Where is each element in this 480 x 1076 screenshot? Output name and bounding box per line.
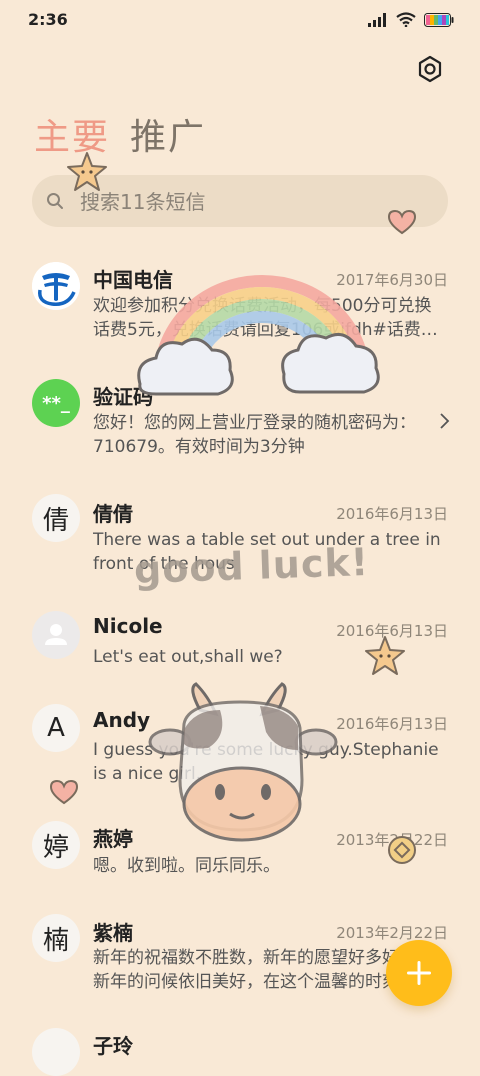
conversation-date: 2013年2月22日 [336,831,448,849]
search-bar[interactable] [32,175,448,227]
conversation-preview: 嗯。收到啦。同乐同乐。 [93,856,280,876]
person-icon [32,611,80,659]
telecom-logo-icon [32,262,80,310]
conversation-date: 2016年6月13日 [336,622,448,640]
chevron-right-icon[interactable] [438,412,450,430]
category-tabs: 主要 推广 [34,108,206,160]
status-bar: 2:36 [0,0,480,40]
conversation-date: 2017年6月30日 [336,271,448,289]
avatar: 楠 [32,914,80,962]
conversation-preview: There was a table set out under a tree i… [93,530,441,574]
status-icons [368,12,454,27]
wifi-icon [396,12,416,27]
conversation-name: Andy [93,708,151,732]
conversation-name: 子玲 [93,1034,133,1058]
conversation-preview: I guess you're some lucky guy.Stephanie … [93,740,439,784]
tab-primary[interactable]: 主要 [34,108,110,160]
search-icon [47,193,63,209]
signal-icon [368,12,386,27]
settings-gear-icon[interactable] [416,55,444,83]
conversation-name: 中国电信 [93,268,173,292]
avatar [32,1028,80,1076]
tab-promotions[interactable]: 推广 [130,108,206,160]
conversation-name: 倩倩 [93,502,133,526]
plus-icon [407,961,431,985]
conversation-date: 2013年2月22日 [336,924,448,942]
battery-icon [424,12,454,27]
conversation-name: 燕婷 [93,827,133,851]
conversation-date: 2016年6月13日 [336,505,448,523]
conversation-preview: 欢迎参加积分兑换话费活动，每500分可兑换话费5元，兑换话费请回复106或jfd… [93,296,438,340]
new-message-button[interactable] [386,940,452,1006]
conversation-preview: 您好！您的网上营业厅登录的随机密码为：710679。有效时间为3分钟 [93,413,416,457]
heart-sticker-icon [49,779,79,805]
conversation-name: Nicole [93,614,163,638]
avatar: A [32,704,80,752]
conversation-name: 紫楠 [93,921,133,945]
avatar: 婷 [32,821,80,869]
conversation-name: 验证码 [93,385,153,409]
conversation-preview: Let's eat out,shall we? [93,647,283,667]
conversation-date: 2016年6月13日 [336,715,448,733]
status-time: 2:36 [28,10,68,29]
search-input[interactable] [78,183,422,221]
avatar: 倩 [32,494,80,542]
verification-avatar: **_ [32,379,80,427]
